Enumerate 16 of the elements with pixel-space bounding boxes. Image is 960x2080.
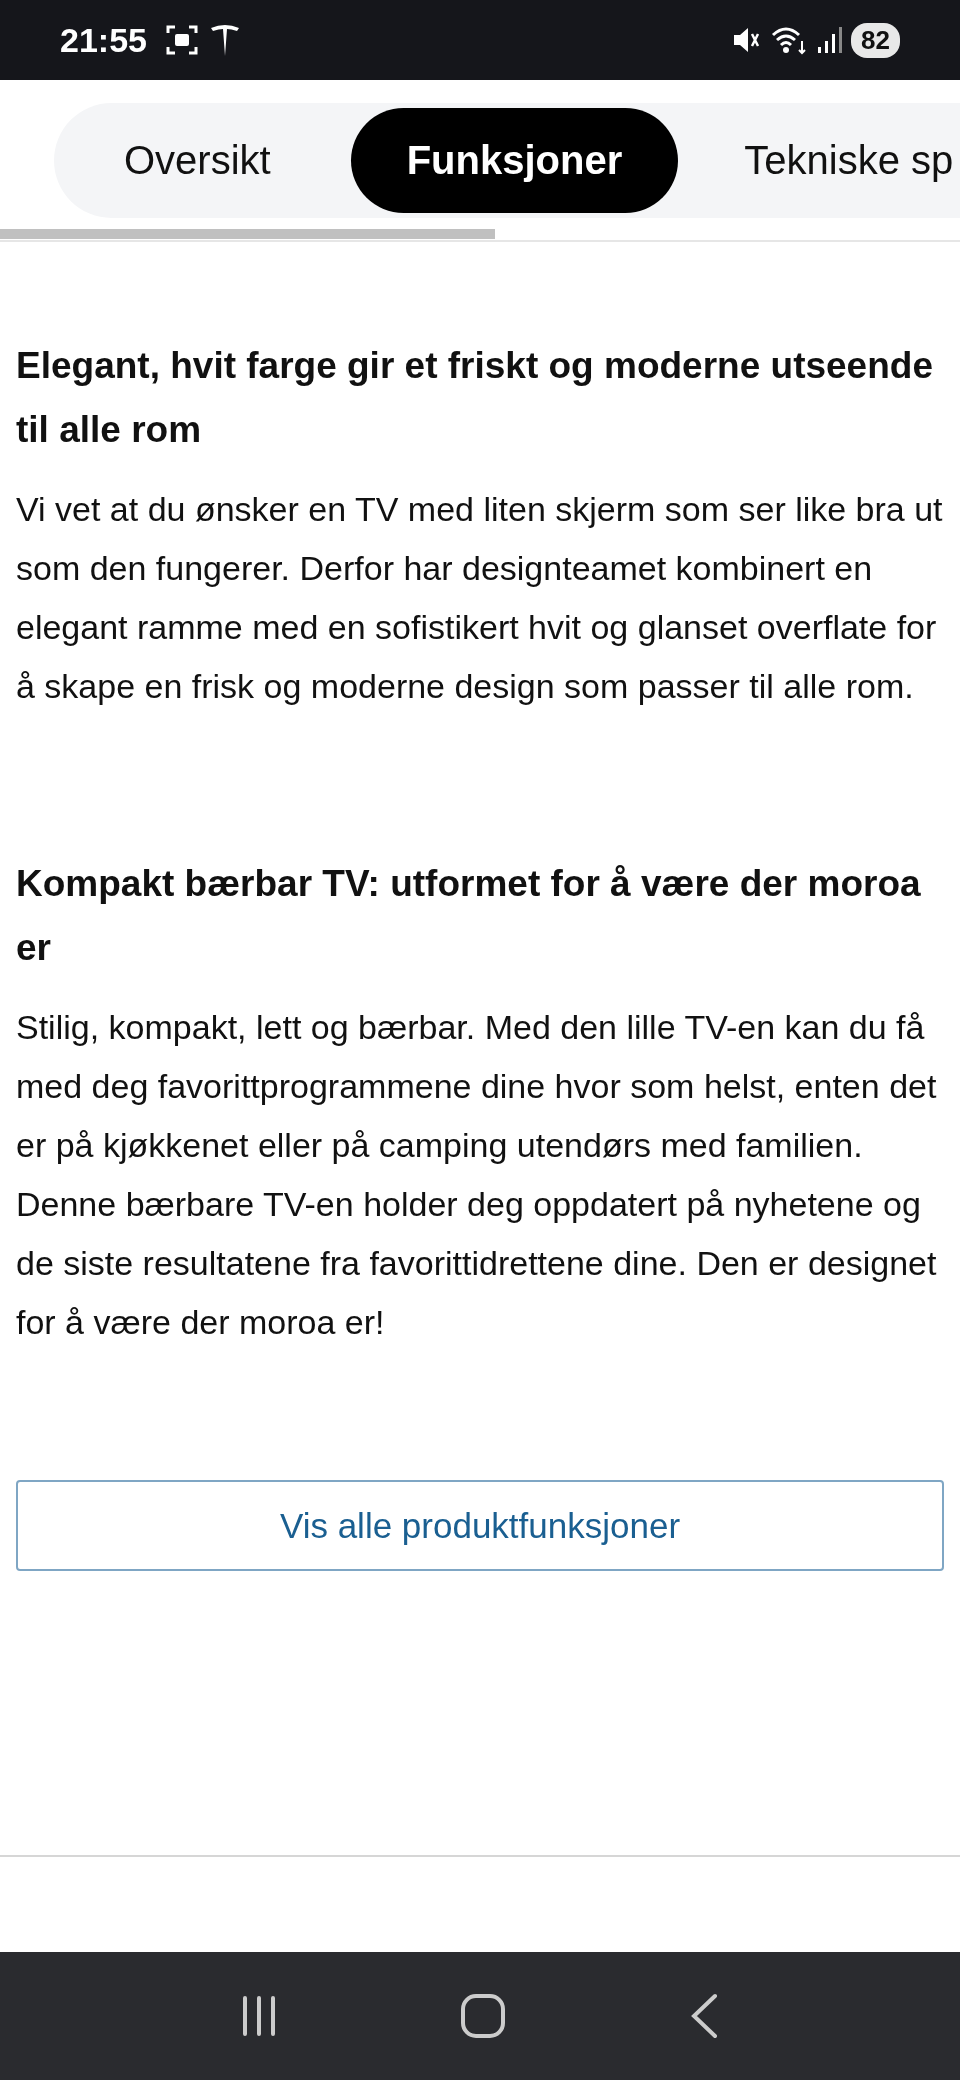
screenshot-icon [164,23,199,57]
battery-level: 82 [851,22,900,58]
recent-apps-icon[interactable] [241,1996,278,2036]
signal-icon [817,25,844,55]
tab[interactable]: Tekniske sp [688,108,960,213]
home-icon[interactable] [460,1993,506,2039]
section-heading: Kompakt bærbar TV: utformet for å være der moroa er [16,862,922,970]
section-heading: Elegant, hvit farge gir et friskt og moderne utseende til alle rom [16,344,934,452]
status-time: 21:55 [60,20,147,60]
section-paragraph: Stilig, kompakt, lett og bærbar. Med den lille TV-en kan du få med deg favorittprogrammene dine hvor som helst, enten det er på kjøkkenet eller på camping utendørs med familien. Denne bærbare TV-en holder deg oppdatert på nyhetene og de siste resultatene fra favorittidrettene dine. Den er designet for å være der moroa er! [16,1007,938,1343]
wifi-icon [771,25,808,55]
tab[interactable]: Funksjoner [350,108,679,213]
section-paragraph: Vi vet at du ønsker en TV med liten skjerm som ser like bra ut som den fungerer. Derfor har designteamet kombinert en elegant ramme med en sofistikert hvit og glanset overflate for å skape en frisk og moderne design som passer til alle rom. [16,489,944,707]
tab[interactable]: Oversikt [54,108,341,213]
show-all-features-button[interactable]: Vis alle produktfunksjoner [16,1480,944,1571]
mute-icon [731,25,762,55]
